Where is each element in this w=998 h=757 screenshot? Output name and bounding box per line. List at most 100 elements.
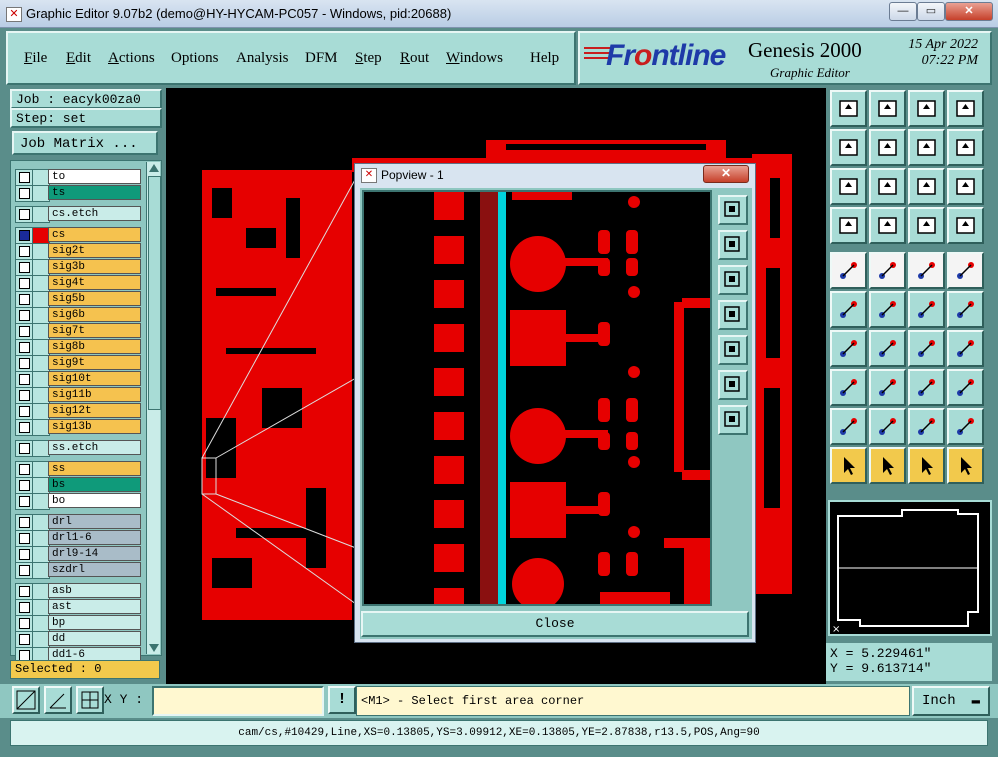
net-icon[interactable] xyxy=(830,291,867,328)
popview-canvas[interactable] xyxy=(362,190,712,606)
layer-row[interactable]: bp xyxy=(15,615,141,632)
layer-row[interactable]: drl1-6 xyxy=(15,530,141,547)
layer-name[interactable]: bs xyxy=(48,477,141,492)
minimap[interactable]: × xyxy=(828,500,992,636)
pad-icon[interactable] xyxy=(830,252,867,289)
menu-rout[interactable]: Rout xyxy=(400,50,429,67)
snap-icon[interactable] xyxy=(830,369,867,406)
layer-row[interactable]: sig13b xyxy=(15,419,141,436)
layer-row[interactable]: cs.etch xyxy=(15,206,141,223)
menu-dfm[interactable]: DFM xyxy=(305,50,338,67)
layer-name[interactable]: sig8b xyxy=(48,339,141,354)
home-icon[interactable] xyxy=(908,90,945,127)
menu-analysis[interactable]: Analysis xyxy=(236,50,289,67)
layer-row[interactable]: to xyxy=(15,169,141,186)
layer-name[interactable]: cs.etch xyxy=(48,206,141,221)
layer-name[interactable]: ts xyxy=(48,185,141,200)
layer-name[interactable]: bo xyxy=(48,493,141,508)
help-icon[interactable] xyxy=(947,168,984,205)
connect-icon[interactable] xyxy=(947,447,984,484)
layer-name[interactable]: dd xyxy=(48,631,141,646)
group-icon[interactable] xyxy=(947,369,984,406)
snap-grid-icon[interactable] xyxy=(12,686,40,714)
layer-row[interactable]: sig3b xyxy=(15,259,141,276)
layer-row[interactable]: bs xyxy=(15,477,141,494)
layer-name[interactable]: sig13b xyxy=(48,419,141,434)
unit-select[interactable]: Inch ▬ xyxy=(912,686,990,716)
scroll-down-icon[interactable] xyxy=(149,644,159,652)
layer-row[interactable]: sig6b xyxy=(15,307,141,324)
layer-name[interactable]: bp xyxy=(48,615,141,630)
cut-icon[interactable] xyxy=(869,369,906,406)
layer-name[interactable]: sig3b xyxy=(48,259,141,274)
popview-down-icon[interactable] xyxy=(718,265,748,295)
popview-zoom-out-icon[interactable] xyxy=(718,405,748,435)
menu-help[interactable]: Help xyxy=(530,50,559,67)
layer-name[interactable]: sig10t xyxy=(48,371,141,386)
popview-close-button[interactable]: Close xyxy=(361,611,749,637)
popview-left-icon[interactable] xyxy=(718,300,748,330)
layer-scrollbar[interactable] xyxy=(146,162,161,654)
move-right-icon[interactable] xyxy=(869,129,906,166)
delete-icon[interactable] xyxy=(869,291,906,328)
layer-row[interactable]: sig12t xyxy=(15,403,141,420)
pointer-icon[interactable] xyxy=(830,447,867,484)
line-icon[interactable] xyxy=(869,252,906,289)
layer-row[interactable]: cs xyxy=(15,227,141,244)
layer-row[interactable]: ss.etch xyxy=(15,440,141,457)
layer-row[interactable]: sig5b xyxy=(15,291,141,308)
layer-name[interactable]: ss.etch xyxy=(48,440,141,455)
layer-row[interactable]: bo xyxy=(15,493,141,510)
scroll-thumb[interactable] xyxy=(148,176,161,410)
layer-name[interactable]: sig11b xyxy=(48,387,141,402)
layer-name[interactable]: sig6b xyxy=(48,307,141,322)
layer-a-icon[interactable] xyxy=(908,207,945,244)
layer-row[interactable]: szdrl xyxy=(15,562,141,579)
layer-name[interactable]: ss xyxy=(48,461,141,476)
layer-row[interactable]: sig10t xyxy=(15,371,141,388)
rotate-icon[interactable] xyxy=(908,330,945,367)
layer-row[interactable]: ts xyxy=(15,185,141,202)
layer-row[interactable]: sig4t xyxy=(15,275,141,292)
layer-name[interactable]: ast xyxy=(48,599,141,614)
layer-row[interactable]: sig7t xyxy=(15,323,141,340)
popview-up-icon[interactable] xyxy=(718,230,748,260)
popview-close-x[interactable]: ✕ xyxy=(703,165,749,183)
menu-edit[interactable]: Edit xyxy=(66,50,91,67)
xy-input[interactable] xyxy=(152,686,324,716)
layer-row[interactable]: ss xyxy=(15,461,141,478)
route-a-icon[interactable] xyxy=(908,291,945,328)
layer-name[interactable]: asb xyxy=(48,583,141,598)
layer-name[interactable]: cs xyxy=(48,227,141,242)
layer-row[interactable]: asb xyxy=(15,583,141,600)
tri-d-icon[interactable] xyxy=(947,408,984,445)
window-icon[interactable] xyxy=(947,90,984,127)
move-left-icon[interactable] xyxy=(830,129,867,166)
tri-a-icon[interactable] xyxy=(830,408,867,445)
window-titlebar[interactable]: ✕ Graphic Editor 9.07b2 (demo@HY-HYCAM-P… xyxy=(0,0,998,28)
layer-name[interactable]: sig9t xyxy=(48,355,141,370)
menu-actions[interactable]: Actions xyxy=(108,50,155,67)
zoom-icon[interactable] xyxy=(869,168,906,205)
undo-icon[interactable] xyxy=(908,129,945,166)
minimize-button[interactable]: — xyxy=(889,2,917,21)
layer-name[interactable]: drl xyxy=(48,514,141,529)
pointer-move-icon[interactable] xyxy=(908,447,945,484)
ruler-icon[interactable] xyxy=(908,252,945,289)
split-icon[interactable] xyxy=(947,330,984,367)
move-up-icon[interactable] xyxy=(830,90,867,127)
snap-angle-icon[interactable] xyxy=(44,686,72,714)
pointer-box-icon[interactable] xyxy=(869,447,906,484)
menu-step[interactable]: Step xyxy=(355,50,382,67)
job-matrix-button[interactable]: Job Matrix ... xyxy=(12,131,158,155)
layer-name[interactable]: drl9-14 xyxy=(48,546,141,561)
move-down-icon[interactable] xyxy=(869,90,906,127)
popview-right-icon[interactable] xyxy=(718,335,748,365)
tri-b-icon[interactable] xyxy=(869,408,906,445)
layer-row[interactable]: sig2t xyxy=(15,243,141,260)
menu-options[interactable]: Options xyxy=(171,50,219,67)
layer-row[interactable]: sig9t xyxy=(15,355,141,372)
angle-icon[interactable] xyxy=(830,330,867,367)
popview-fit-icon[interactable] xyxy=(718,195,748,225)
circle-icon[interactable] xyxy=(947,252,984,289)
